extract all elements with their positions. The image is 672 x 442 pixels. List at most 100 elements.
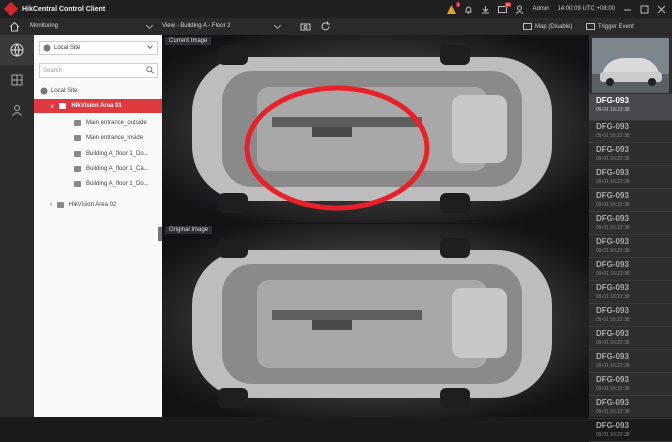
trigger-icon	[586, 23, 595, 30]
capture-plate: DFG-093	[596, 214, 629, 223]
capture-card[interactable]: DFG-093 09-01 16:22:38	[589, 373, 672, 396]
capture-card[interactable]: DFG-093 09-01 16:22:38	[589, 281, 672, 304]
home-icon[interactable]	[8, 20, 21, 33]
site-icon	[40, 87, 48, 95]
toolbar: Monitoring View - Building A - Floor 2 M…	[0, 18, 672, 35]
site-select[interactable]: Local Site	[39, 41, 158, 55]
tree-camera[interactable]: Building A_floor 1_Ca...	[34, 162, 162, 176]
tree-camera[interactable]: Main entrance_outside	[34, 116, 162, 130]
tree-root[interactable]: Local Site	[34, 84, 162, 98]
current-image[interactable]	[162, 35, 589, 223]
globe-icon	[10, 43, 24, 57]
tree-area-01[interactable]: ∨ HikVision Area 01	[34, 99, 162, 113]
refresh-icon[interactable]	[320, 21, 331, 32]
capture-card[interactable]: DFG-093 09-01 16:22:38	[589, 120, 672, 143]
capture-card[interactable]: DFG-093 09-01 16:22:38	[589, 166, 672, 189]
search-icon[interactable]	[146, 66, 154, 74]
tree-camera-label: Main entrance_outside	[86, 120, 147, 126]
capture-card[interactable]: DFG-093 09-01 16:22:38	[589, 189, 672, 212]
chevron-down-icon	[145, 21, 154, 30]
capture-plate: DFG-093	[596, 191, 629, 200]
tree-camera[interactable]: Building A_floor 1_Do...	[34, 147, 162, 161]
nav-person[interactable]	[0, 95, 34, 125]
area-icon	[57, 202, 64, 208]
capture-time: 09-01 16:22:38	[596, 363, 630, 369]
title-bar: HikCentral Control Client 1 99 Admin 14:…	[0, 0, 672, 18]
current-image-label: Current Image	[165, 37, 212, 45]
view-select[interactable]: View - Building A - Floor 2	[162, 20, 284, 32]
camera-icon	[74, 120, 81, 126]
camera-icon	[74, 181, 81, 187]
module-select[interactable]: Monitoring	[30, 20, 156, 32]
message-icon[interactable]: 99	[498, 1, 512, 14]
trigger-label: Trigger Event	[598, 23, 634, 30]
chevron-down-icon[interactable]: ∨	[50, 103, 54, 110]
site-select-value: Local Site	[54, 45, 81, 51]
capture-time: 09-01 16:22:38	[596, 409, 630, 415]
capture-time: 09-01 16:22:38	[596, 340, 630, 346]
capture-plate: DFG-093	[596, 260, 629, 269]
area-icon	[59, 103, 67, 109]
tree-area-02[interactable]: › HikVision Area 02	[34, 198, 162, 212]
capture-plate: DFG-093	[596, 283, 629, 292]
tree-root-label: Local Site	[51, 88, 78, 94]
original-image[interactable]	[162, 224, 589, 417]
chevron-down-icon	[147, 43, 153, 49]
minimize-icon[interactable]	[623, 5, 632, 14]
tree-area-02-label: HikVision Area 02	[69, 202, 117, 208]
camera-icon	[74, 151, 81, 157]
trigger-event-button[interactable]: Trigger Event	[586, 21, 634, 32]
current-image-pane: Current Image	[162, 35, 589, 223]
capture-time: 09-01 16:22:38	[596, 271, 630, 277]
camera-icon[interactable]	[300, 21, 311, 32]
capture-list: DFG-093 09-01 16:22:38 DFG-093 09-01 16:22:…	[589, 35, 672, 442]
search-input[interactable]: Search	[39, 63, 158, 78]
tree-camera-label: Building A_floor 1_Do...	[86, 181, 149, 187]
search-placeholder: Search	[43, 67, 63, 74]
capture-card[interactable]: DFG-093 09-01 16:22:38	[589, 258, 672, 281]
capture-plate: DFG-093	[596, 96, 629, 105]
nav-views[interactable]	[0, 65, 34, 95]
capture-plate: DFG-093	[596, 421, 629, 430]
close-icon[interactable]	[657, 5, 666, 14]
capture-card[interactable]: DFG-093 09-01 16:22:38	[589, 304, 672, 327]
download-icon[interactable]	[481, 5, 490, 14]
capture-card[interactable]: DFG-093 09-01 16:22:38	[589, 212, 672, 235]
capture-card[interactable]: DFG-093 09-01 16:22:38	[589, 235, 672, 258]
clock: 14:00:09 UTC +08:00	[557, 6, 615, 12]
original-image-label: Original Image	[165, 226, 213, 234]
capture-card[interactable]: DFG-093 09-01 16:22:38	[589, 327, 672, 350]
site-icon	[43, 44, 51, 52]
capture-plate: DFG-093	[596, 145, 629, 154]
module-select-value: Monitoring	[30, 23, 59, 29]
tree-camera-label: Main entrance_inside	[86, 135, 144, 141]
user-name[interactable]: Admin	[532, 6, 549, 12]
capture-card[interactable]: DFG-093 09-01 16:22:38	[589, 143, 672, 166]
capture-plate: DFG-093	[596, 329, 629, 338]
original-image-pane: Original Image	[162, 224, 589, 417]
map-button[interactable]: Map (Disable)	[523, 21, 572, 32]
capture-card[interactable]: DFG-093 09-01 16:22:38	[589, 419, 672, 442]
capture-plate: DFG-093	[596, 168, 629, 177]
capture-time: 09-01 16:22:38	[596, 294, 630, 300]
alarm-icon[interactable]: 1	[447, 1, 461, 14]
camera-icon	[74, 135, 81, 141]
capture-plate: DFG-093	[596, 122, 629, 131]
bell-icon[interactable]	[464, 5, 473, 14]
capture-time: 09-01 16:22:38	[596, 248, 630, 254]
chevron-right-icon[interactable]: ›	[50, 202, 52, 208]
vehicle-thumbnail[interactable]	[592, 38, 669, 93]
maximize-icon[interactable]	[640, 5, 649, 14]
capture-card[interactable]: DFG-093 09-01 16:22:38	[589, 94, 672, 121]
user-icon[interactable]	[515, 5, 524, 14]
tree-camera[interactable]: Main entrance_inside	[34, 131, 162, 145]
tree-camera[interactable]: Building A_floor 1_Do...	[34, 177, 162, 191]
capture-card[interactable]: DFG-093 09-01 16:22:38	[589, 396, 672, 419]
capture-plate: DFG-093	[596, 306, 629, 315]
map-icon	[523, 23, 532, 30]
nav-monitoring[interactable]	[0, 35, 34, 65]
capture-plate: DFG-093	[596, 237, 629, 246]
tree-camera-label: Building A_floor 1_Ca...	[86, 166, 149, 172]
capture-plate: DFG-093	[596, 398, 629, 407]
capture-card[interactable]: DFG-093 09-01 16:22:38	[589, 350, 672, 373]
